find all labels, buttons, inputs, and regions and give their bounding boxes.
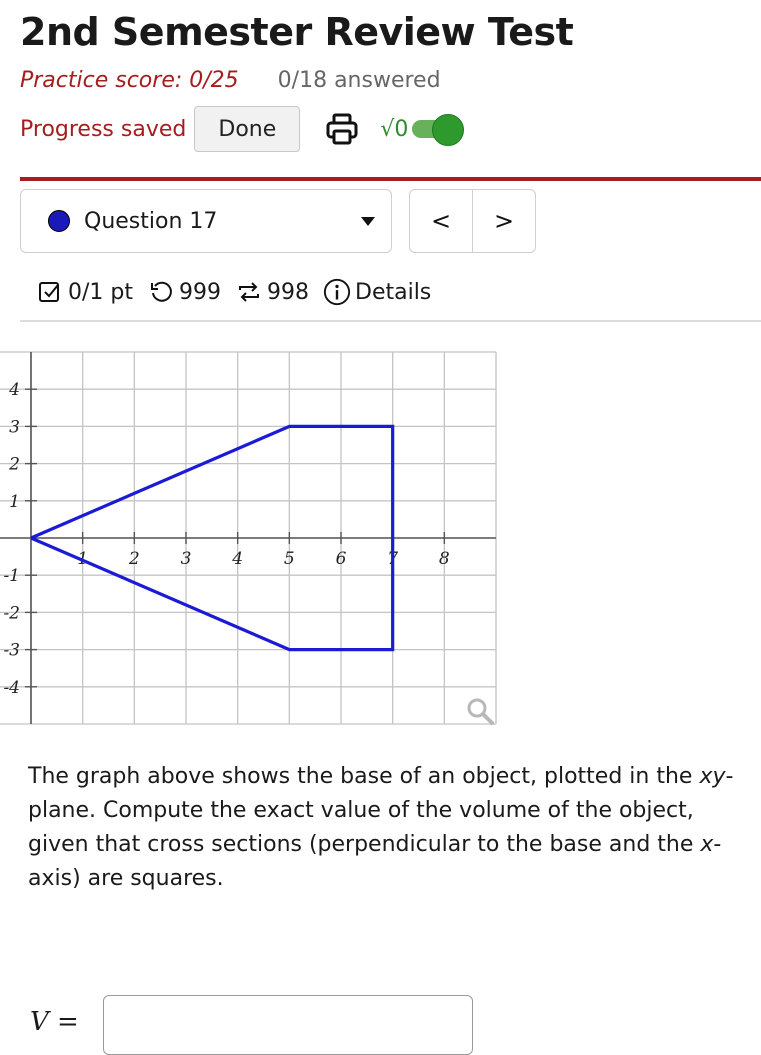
x-tick-label: 3: [181, 549, 192, 569]
question-meta: 0/1 pt 999 998 Details: [36, 278, 445, 306]
x-tick-label: 2: [128, 549, 140, 569]
previous-question-button[interactable]: <: [410, 190, 472, 252]
y-tick-label: -2: [3, 603, 20, 623]
zoom-icon[interactable]: [467, 698, 494, 725]
question-status-dot: [48, 210, 70, 232]
question-prompt: The graph above shows the base of an obj…: [28, 760, 748, 896]
retries-value: 999: [179, 279, 221, 305]
x-tick-label: 5: [284, 549, 295, 569]
question-nav-group: < >: [409, 189, 536, 253]
retry-icon: [147, 278, 175, 306]
print-icon[interactable]: [324, 111, 360, 147]
prompt-x: x: [700, 832, 714, 857]
y-tick-label: 2: [8, 455, 20, 475]
x-tick-label: 8: [439, 549, 450, 569]
math-toggle[interactable]: √0: [380, 114, 465, 146]
repeat-icon: [235, 278, 263, 306]
y-tick-label: -4: [3, 678, 20, 698]
details-link[interactable]: Details: [355, 280, 431, 305]
done-button[interactable]: Done: [194, 106, 301, 152]
print-icon-graphic: [326, 113, 358, 145]
prompt-xy: xy: [699, 764, 726, 789]
header-divider: [20, 177, 761, 181]
y-tick-label: -1: [3, 566, 20, 586]
x-tick-label: 4: [231, 549, 243, 569]
x-tick-label: 6: [336, 549, 347, 569]
sqrt-icon: √0: [380, 116, 409, 142]
toggle-switch[interactable]: [412, 114, 465, 146]
graph: 1 2 3 4 5 6 7 84321-1-2-3-4: [0, 351, 497, 725]
meta-divider: [20, 320, 761, 322]
answer-input[interactable]: [103, 995, 473, 1055]
prompt-text-1: The graph above shows the base of an obj…: [28, 764, 700, 789]
score-line: Practice score: 0/25 0/18 answered: [20, 68, 441, 93]
y-tick-label: -3: [3, 641, 20, 661]
answered-count: 0/18 answered: [277, 68, 441, 93]
page-title: 2nd Semester Review Test: [20, 10, 574, 54]
question-select-label: Question 17: [84, 208, 218, 234]
progress-saved-status: Progress saved: [20, 116, 187, 142]
caret-down-icon: [361, 217, 375, 226]
practice-score: Practice score: 0/25: [20, 68, 239, 93]
info-icon[interactable]: [323, 278, 351, 306]
y-tick-label: 4: [8, 380, 20, 400]
toggle-knob: [432, 114, 465, 146]
next-question-button[interactable]: >: [472, 190, 535, 252]
attempts-value: 998: [267, 279, 309, 305]
points-value: 0/1 pt: [68, 279, 133, 305]
answer-label: V =: [30, 1007, 79, 1037]
progress-row: Progress saved Done √0: [20, 104, 465, 154]
checkbox-icon: [36, 278, 64, 306]
question-select[interactable]: Question 17: [20, 189, 392, 253]
y-tick-label: 1: [9, 492, 20, 512]
y-tick-label: 3: [9, 417, 20, 437]
